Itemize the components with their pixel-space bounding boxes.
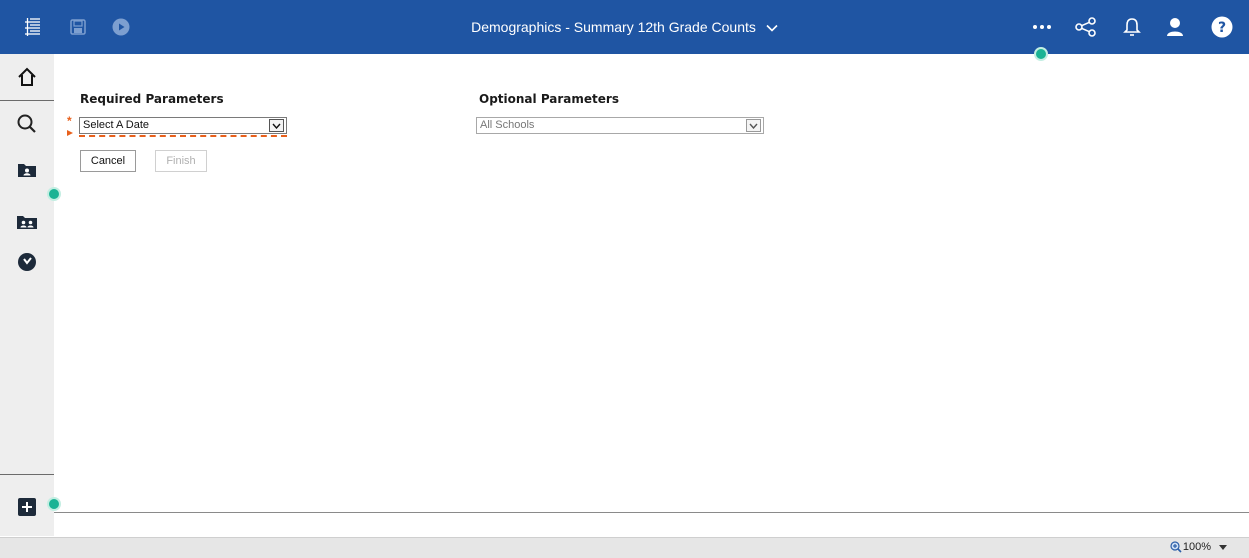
my-content-icon bbox=[18, 164, 36, 177]
date-select-value: Select A Date bbox=[83, 119, 150, 131]
save-icon[interactable] bbox=[66, 0, 90, 54]
indicator-dot bbox=[47, 497, 61, 511]
user-icon[interactable] bbox=[1163, 0, 1187, 54]
share-icon[interactable] bbox=[1073, 0, 1099, 54]
validation-underline bbox=[79, 135, 287, 137]
school-select-value: All Schools bbox=[480, 119, 535, 131]
run-icon[interactable] bbox=[109, 0, 133, 54]
cancel-button[interactable]: Cancel bbox=[80, 150, 136, 172]
help-icon[interactable]: ? bbox=[1210, 0, 1234, 54]
chevron-down-icon bbox=[269, 119, 284, 132]
chevron-down-icon bbox=[766, 19, 778, 35]
status-bar: 100% bbox=[0, 537, 1249, 558]
chevron-down-icon bbox=[1219, 544, 1227, 550]
sidebar-item-add[interactable] bbox=[0, 484, 54, 530]
more-icon[interactable] bbox=[1029, 0, 1055, 54]
arrow-right-icon bbox=[67, 130, 73, 136]
school-select[interactable]: All Schools bbox=[476, 117, 764, 134]
indicator-dot bbox=[1034, 47, 1048, 61]
sidebar-divider bbox=[0, 474, 54, 475]
plus-icon bbox=[18, 498, 36, 516]
content-divider bbox=[54, 512, 1249, 513]
report-title-dropdown[interactable]: Demographics - Summary 12th Grade Counts bbox=[471, 19, 778, 35]
chevron-down-icon bbox=[746, 119, 761, 132]
required-marker: * bbox=[67, 114, 72, 128]
optional-parameters-title: Optional Parameters bbox=[479, 92, 619, 106]
top-toolbar: Demographics - Summary 12th Grade Counts bbox=[0, 0, 1249, 54]
zoom-icon bbox=[1170, 541, 1182, 553]
sidebar-item-my-content[interactable] bbox=[0, 147, 54, 193]
zoom-control[interactable]: 100% bbox=[1170, 541, 1227, 553]
report-title: Demographics - Summary 12th Grade Counts bbox=[471, 19, 756, 35]
required-parameters-title: Required Parameters bbox=[80, 92, 224, 106]
finish-button[interactable]: Finish bbox=[155, 150, 207, 172]
team-content-icon bbox=[17, 216, 37, 229]
date-select[interactable]: Select A Date bbox=[79, 117, 287, 134]
sidebar bbox=[0, 54, 54, 536]
zoom-level: 100% bbox=[1182, 541, 1211, 553]
search-icon bbox=[17, 114, 36, 133]
sidebar-item-home[interactable] bbox=[0, 54, 54, 100]
menu-icon[interactable] bbox=[20, 0, 44, 54]
bell-icon[interactable] bbox=[1120, 0, 1144, 54]
home-icon bbox=[18, 67, 36, 86]
sidebar-item-search[interactable] bbox=[0, 101, 54, 147]
indicator-dot bbox=[47, 187, 61, 201]
sidebar-item-recent[interactable] bbox=[0, 239, 54, 285]
recent-icon bbox=[18, 253, 36, 271]
help-label: ? bbox=[1218, 20, 1226, 36]
